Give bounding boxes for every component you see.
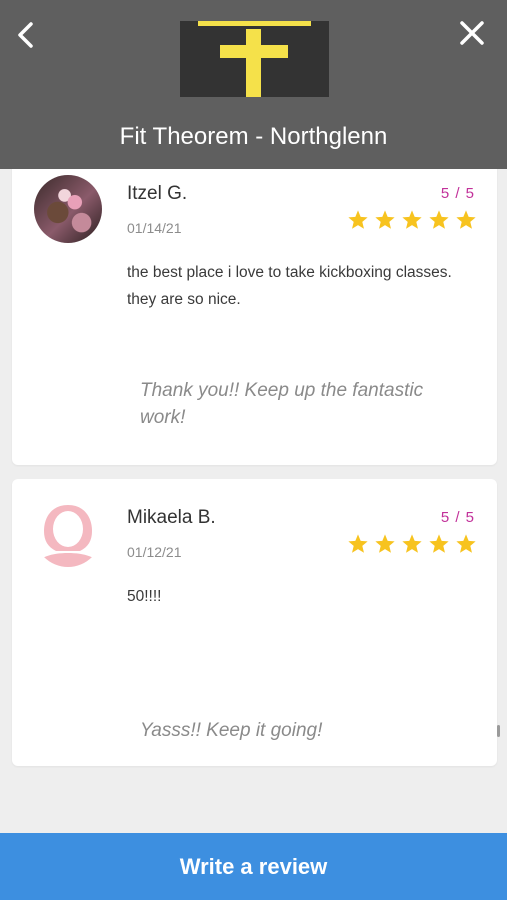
- star-icon: [375, 210, 395, 229]
- star-icon: [348, 534, 368, 553]
- user-silhouette-icon: [34, 505, 102, 567]
- header: Fit Theorem - Northglenn: [0, 0, 507, 169]
- studio-logo: [180, 21, 329, 97]
- review-date: 01/12/21: [127, 544, 182, 560]
- review-text: 50!!!!: [127, 588, 162, 605]
- reviewer-name: Mikaela B.: [127, 507, 216, 528]
- star-rating: [347, 533, 477, 555]
- owner-reply: Thank you!! Keep up the fantastic work!: [140, 380, 424, 428]
- review-card: Mikaela B. 01/12/21 5 / 5 50!!!! Yasss!!…: [12, 479, 497, 766]
- logo-mark: [198, 21, 311, 97]
- star-icon: [429, 534, 449, 553]
- back-button[interactable]: [10, 18, 40, 52]
- star-icon: [456, 210, 476, 229]
- star-icon: [348, 210, 368, 229]
- owner-reply: Yasss!! Keep it going!: [140, 720, 323, 741]
- close-button[interactable]: [455, 16, 489, 50]
- write-review-button[interactable]: Write a review: [0, 833, 507, 900]
- chevron-left-icon: [18, 22, 33, 48]
- rating-score: 5 / 5: [440, 509, 475, 526]
- review-list[interactable]: Itzel G. 01/14/21 5 / 5 the best place i…: [0, 169, 507, 833]
- star-rating: [347, 209, 477, 231]
- avatar: [34, 175, 102, 243]
- reviewer-name: Itzel G.: [127, 183, 188, 204]
- star-icon: [402, 534, 422, 553]
- star-icon: [402, 210, 422, 229]
- review-text: the best place i love to take kickboxing…: [127, 264, 452, 308]
- close-icon: [460, 21, 484, 45]
- rating-score: 5 / 5: [440, 185, 475, 202]
- avatar: [34, 499, 102, 567]
- star-icon: [456, 534, 476, 553]
- star-icon: [375, 534, 395, 553]
- review-card: Itzel G. 01/14/21 5 / 5 the best place i…: [12, 169, 497, 465]
- page-title: Fit Theorem - Northglenn: [119, 123, 388, 150]
- scrollbar-thumb[interactable]: [497, 725, 500, 737]
- star-icon: [429, 210, 449, 229]
- review-date: 01/14/21: [127, 220, 182, 236]
